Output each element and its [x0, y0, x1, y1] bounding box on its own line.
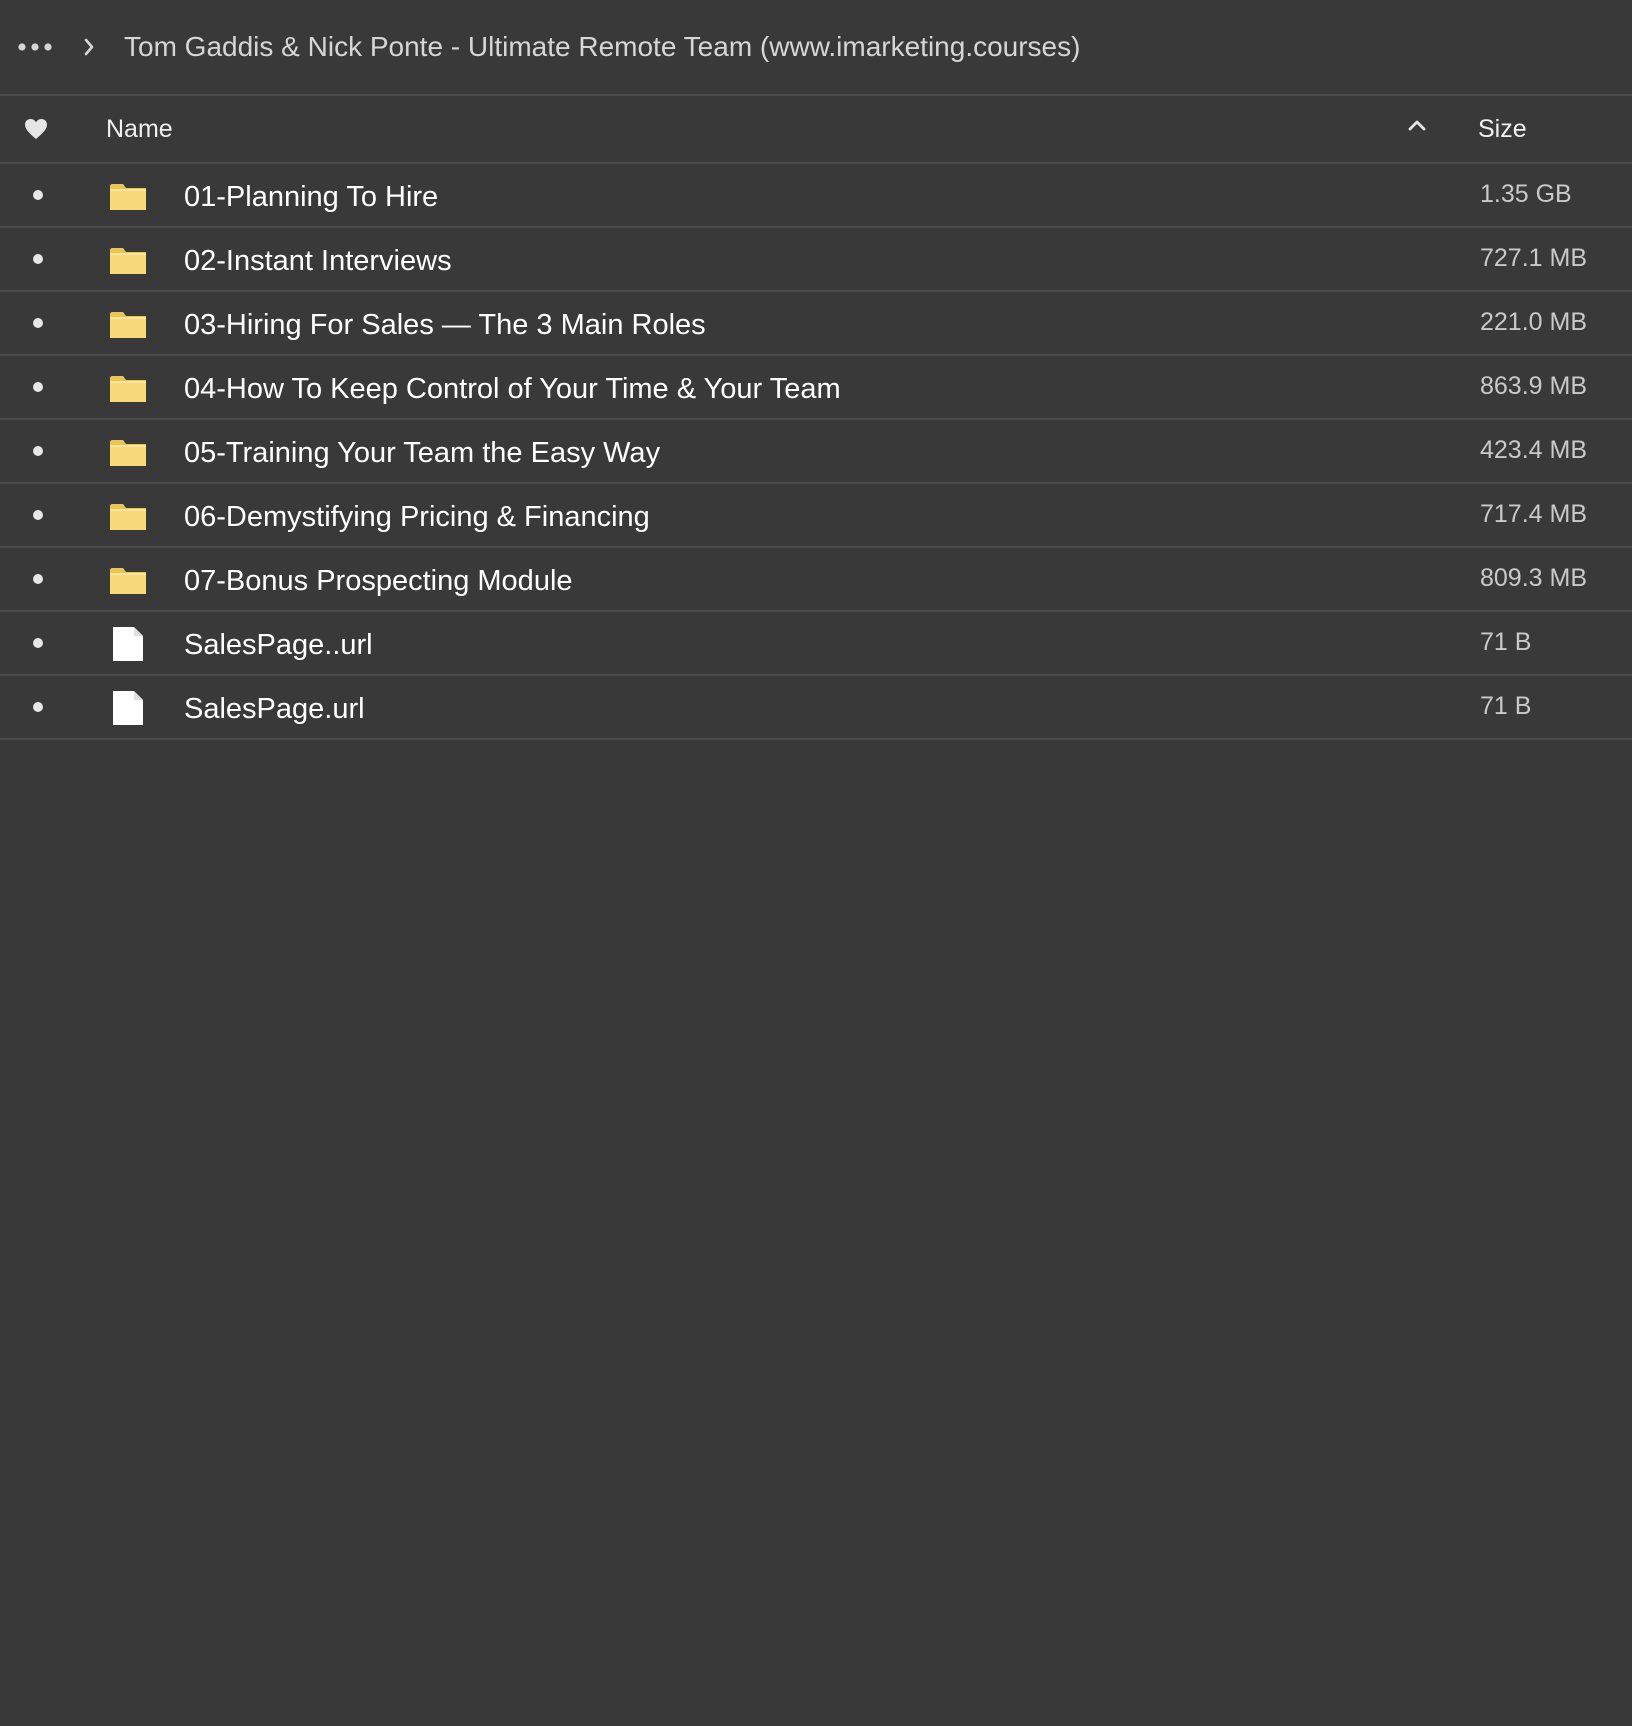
- item-name[interactable]: SalesPage..url: [184, 612, 373, 676]
- breadcrumb: Tom Gaddis & Nick Ponte - Ultimate Remot…: [0, 0, 1632, 96]
- item-name[interactable]: 01-Planning To Hire: [184, 164, 438, 228]
- column-name-header[interactable]: Name: [106, 115, 173, 144]
- row-bullet-icon: [33, 254, 43, 264]
- item-size: 221.0 MB: [1480, 308, 1588, 336]
- row-bullet-icon: [33, 510, 43, 520]
- folder-icon: [108, 496, 148, 536]
- list-item[interactable]: 01-Planning To Hire 1.35 GB: [0, 164, 1632, 228]
- row-bullet-icon: [33, 574, 43, 584]
- list-item[interactable]: 03-Hiring For Sales — The 3 Main Roles 22…: [0, 292, 1632, 356]
- item-size: 1.35 GB: [1480, 180, 1572, 208]
- chevron-right-icon: [64, 38, 114, 56]
- item-name[interactable]: SalesPage.url: [184, 676, 365, 740]
- row-bullet-icon: [33, 382, 43, 392]
- item-size: 71 B: [1480, 692, 1532, 720]
- item-name[interactable]: 05-Training Your Team the Easy Way: [184, 420, 660, 484]
- file-browser: Tom Gaddis & Nick Ponte - Ultimate Remot…: [0, 0, 1632, 1726]
- item-size: 809.3 MB: [1480, 564, 1588, 592]
- file-list: 01-Planning To Hire 1.35 GB 02-Instant Int…: [0, 164, 1632, 740]
- folder-icon: [108, 560, 148, 600]
- item-name[interactable]: 07-Bonus Prospecting Module: [184, 548, 573, 612]
- item-name[interactable]: 03-Hiring For Sales — The 3 Main Roles: [184, 292, 706, 356]
- row-bullet-icon: [33, 702, 43, 712]
- row-bullet-icon: [33, 638, 43, 648]
- heart-icon[interactable]: [0, 118, 72, 140]
- breadcrumb-current-folder[interactable]: Tom Gaddis & Nick Ponte - Ultimate Remot…: [124, 31, 1080, 63]
- folder-icon: [108, 240, 148, 280]
- item-size: 727.1 MB: [1480, 244, 1588, 272]
- row-bullet-icon: [33, 446, 43, 456]
- list-item[interactable]: SalesPage..url 71 B: [0, 612, 1632, 676]
- item-size: 423.4 MB: [1480, 436, 1588, 464]
- item-name[interactable]: 06-Demystifying Pricing & Financing: [184, 484, 650, 548]
- list-item[interactable]: 05-Training Your Team the Easy Way 423.4 …: [0, 420, 1632, 484]
- item-size: 717.4 MB: [1480, 500, 1588, 528]
- ellipsis-icon[interactable]: [6, 17, 64, 77]
- list-item[interactable]: 04-How To Keep Control of Your Time & Yo…: [0, 356, 1632, 420]
- row-bullet-icon: [33, 318, 43, 328]
- chevron-up-icon[interactable]: [1408, 118, 1426, 137]
- item-size: 71 B: [1480, 628, 1532, 656]
- list-item[interactable]: 06-Demystifying Pricing & Financing 717.4…: [0, 484, 1632, 548]
- row-bullet-icon: [33, 190, 43, 200]
- item-size: 863.9 MB: [1480, 372, 1588, 400]
- file-icon: [108, 688, 148, 728]
- folder-icon: [108, 304, 148, 344]
- folder-icon: [108, 432, 148, 472]
- column-size-header[interactable]: Size: [1478, 115, 1527, 144]
- folder-icon: [108, 176, 148, 216]
- file-icon: [108, 624, 148, 664]
- column-header-row: Name Size: [0, 96, 1632, 164]
- list-item[interactable]: SalesPage.url 71 B: [0, 676, 1632, 740]
- list-item[interactable]: 07-Bonus Prospecting Module 809.3 MB: [0, 548, 1632, 612]
- item-name[interactable]: 02-Instant Interviews: [184, 228, 452, 292]
- list-item[interactable]: 02-Instant Interviews 727.1 MB: [0, 228, 1632, 292]
- folder-icon: [108, 368, 148, 408]
- item-name[interactable]: 04-How To Keep Control of Your Time & Yo…: [184, 356, 841, 420]
